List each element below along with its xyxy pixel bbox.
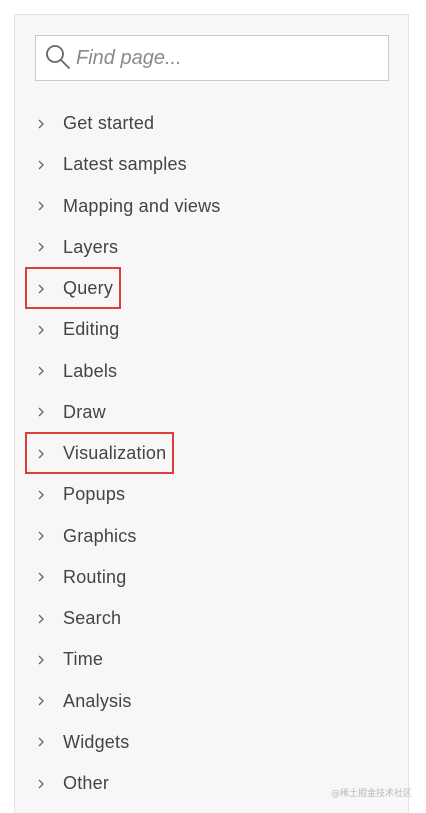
search-box[interactable] xyxy=(35,35,389,81)
chevron-right-icon xyxy=(38,531,44,541)
chevron-right-icon xyxy=(38,407,44,417)
chevron-right-icon xyxy=(38,160,44,170)
chevron-right-icon xyxy=(38,284,44,294)
nav-item-label: Latest samples xyxy=(63,154,187,175)
nav-item-label: Editing xyxy=(63,319,120,340)
nav-item-label: Get started xyxy=(63,113,155,134)
nav-item-label: Layers xyxy=(63,236,119,257)
chevron-right-icon xyxy=(38,119,44,129)
search-icon xyxy=(46,45,70,69)
chevron-right-icon xyxy=(38,737,44,747)
nav-item-label: Time xyxy=(63,649,104,670)
nav-item-latest-samples[interactable]: Latest samples xyxy=(15,144,408,185)
nav-item-time[interactable]: Time xyxy=(15,639,408,680)
nav-item-widgets[interactable]: Widgets xyxy=(15,722,408,763)
nav-list: Get started Latest samples Mapping and vie… xyxy=(15,103,408,804)
chevron-right-icon xyxy=(38,201,44,211)
nav-item-label: Widgets xyxy=(63,731,130,752)
nav-item-label: Draw xyxy=(63,401,106,422)
chevron-right-icon xyxy=(38,449,44,459)
chevron-right-icon xyxy=(38,490,44,500)
nav-item-label: Search xyxy=(63,608,122,629)
nav-item-mapping-and-views[interactable]: Mapping and views xyxy=(15,186,408,227)
nav-item-routing[interactable]: Routing xyxy=(15,557,408,598)
nav-item-get-started[interactable]: Get started xyxy=(15,103,408,144)
nav-item-label: Popups xyxy=(63,484,126,505)
nav-item-label: Query xyxy=(63,278,114,299)
chevron-right-icon xyxy=(38,242,44,252)
nav-item-label: Other xyxy=(63,773,110,794)
chevron-right-icon xyxy=(38,655,44,665)
chevron-right-icon xyxy=(38,366,44,376)
nav-item-editing[interactable]: Editing xyxy=(15,309,408,350)
page-navigation-panel: Get started Latest samples Mapping and vie… xyxy=(14,14,409,813)
nav-item-search[interactable]: Search xyxy=(15,598,408,639)
nav-item-label: Analysis xyxy=(63,690,132,711)
search-input[interactable] xyxy=(76,36,376,80)
watermark: @稀土掘金技术社区 xyxy=(330,789,412,799)
nav-item-labels[interactable]: Labels xyxy=(15,351,408,392)
chevron-right-icon xyxy=(38,572,44,582)
chevron-right-icon xyxy=(38,325,44,335)
nav-item-label: Mapping and views xyxy=(63,195,221,216)
nav-item-label: Labels xyxy=(63,360,118,381)
nav-item-graphics[interactable]: Graphics xyxy=(15,516,408,557)
nav-item-label: Graphics xyxy=(63,525,137,546)
nav-item-label: Routing xyxy=(63,566,127,587)
nav-item-draw[interactable]: Draw xyxy=(15,392,408,433)
nav-item-popups[interactable]: Popups xyxy=(15,474,408,515)
nav-item-layers[interactable]: Layers xyxy=(15,227,408,268)
nav-item-visualization[interactable]: Visualization xyxy=(15,432,408,474)
chevron-right-icon xyxy=(38,614,44,624)
nav-item-label: Visualization xyxy=(63,443,167,464)
chevron-right-icon xyxy=(38,696,44,706)
nav-item-analysis[interactable]: Analysis xyxy=(15,681,408,722)
nav-item-query[interactable]: Query xyxy=(15,267,408,309)
chevron-right-icon xyxy=(38,779,44,789)
